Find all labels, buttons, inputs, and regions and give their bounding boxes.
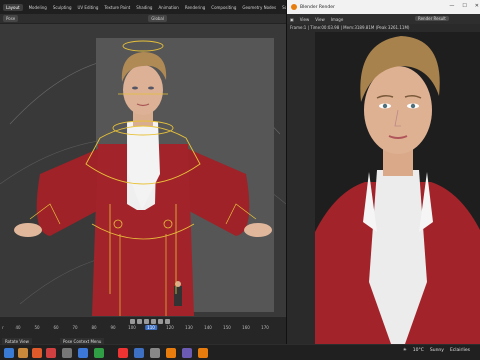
viewport-header: Pose Global <box>0 14 286 24</box>
menu-view-2[interactable]: View <box>315 17 325 22</box>
tick-label: 130 <box>185 325 193 330</box>
pinned-app-icon[interactable] <box>182 348 192 358</box>
timeline[interactable]: r 40 50 60 70 80 90 100 110 120 130 140 … <box>0 316 286 344</box>
3d-viewport[interactable] <box>0 24 286 316</box>
tab-texture-paint[interactable]: Texture Paint <box>104 5 130 10</box>
close-icon[interactable]: ✕ <box>475 3 479 9</box>
tab-geometry-nodes[interactable]: Geometry Nodes <box>242 5 276 10</box>
menu-image[interactable]: Image <box>331 17 344 22</box>
tick-label: 140 <box>204 325 212 330</box>
tab-compositing[interactable]: Compositing <box>211 5 236 10</box>
tick-label: 80 <box>91 325 97 330</box>
tick-label: 100 <box>128 325 136 330</box>
tab-sculpting[interactable]: Sculpting <box>53 5 72 10</box>
editor-type-icon[interactable]: ▣ <box>290 17 294 22</box>
taskbar: ☀ 10°C Sunny Eclairlies <box>0 344 480 360</box>
render-result-select[interactable]: Render Result <box>415 16 449 21</box>
tick-label: 160 <box>242 325 250 330</box>
render-result-image <box>315 32 480 344</box>
weather-icon[interactable]: ☀ <box>403 348 407 353</box>
pinned-app-icon[interactable] <box>18 348 28 358</box>
weather-desc[interactable]: Sunny <box>430 348 444 353</box>
clock[interactable]: Eclairlies <box>450 348 470 353</box>
tick-label: 170 <box>261 325 269 330</box>
weather-temp[interactable]: 10°C <box>413 348 424 353</box>
tick-label: 90 <box>110 325 116 330</box>
render-info: Frame:1 | Time:00:03.98 | Mem:3189.81M (… <box>290 25 410 30</box>
playback-controls <box>130 319 170 324</box>
render-titlebar: Blender Render — ☐ ✕ <box>287 0 480 14</box>
render-window-title: Blender Render <box>300 4 335 10</box>
tick-label: 120 <box>166 325 174 330</box>
play-icon[interactable] <box>151 319 156 324</box>
blender-taskbar-icon[interactable] <box>166 348 176 358</box>
orientation-select[interactable]: Global <box>148 15 167 22</box>
tab-uv-editing[interactable]: UV Editing <box>78 5 99 10</box>
pinned-app-icon[interactable] <box>78 348 88 358</box>
maximize-icon[interactable]: ☐ <box>462 3 466 9</box>
tick-label: 50 <box>34 325 40 330</box>
status-pose-context-menu: Pose Context Menu <box>60 338 105 345</box>
status-rotate-view: Rotate View <box>2 338 32 345</box>
blender-main-window: Layout Modeling Sculpting UV Editing Tex… <box>0 0 300 344</box>
render-window: Blender Render — ☐ ✕ ▣ View View Image R… <box>286 0 480 344</box>
mode-select[interactable]: Pose <box>3 15 19 22</box>
tick-label: 40 <box>15 325 21 330</box>
jump-start-icon[interactable] <box>130 319 135 324</box>
current-frame[interactable]: 110 <box>145 325 157 330</box>
menu-view[interactable]: View <box>300 17 310 22</box>
blender-taskbar-icon[interactable] <box>198 348 208 358</box>
tab-modeling[interactable]: Modeling <box>29 5 47 10</box>
window-controls: — ☐ ✕ <box>449 3 479 9</box>
workspace-tabs: Layout Modeling Sculpting UV Editing Tex… <box>0 0 300 14</box>
frame-ruler[interactable]: r 40 50 60 70 80 90 100 110 120 130 140 … <box>0 325 286 333</box>
tick-label: 60 <box>53 325 59 330</box>
system-tray: ☀ 10°C Sunny Eclairlies <box>403 348 470 353</box>
pinned-app-icon[interactable] <box>32 348 42 358</box>
next-key-icon[interactable] <box>158 319 163 324</box>
rendered-character <box>315 32 480 344</box>
tab-layout[interactable]: Layout <box>3 3 23 11</box>
edge-icon[interactable] <box>134 348 144 358</box>
ruler-start: r <box>2 325 4 330</box>
tab-rendering[interactable]: Rendering <box>185 5 205 10</box>
tab-shading[interactable]: Shading <box>136 5 152 10</box>
pinned-app-icon[interactable] <box>94 348 104 358</box>
prev-key-icon[interactable] <box>137 319 142 324</box>
pinned-app-icon[interactable] <box>46 348 56 358</box>
desktop: Layout Modeling Sculpting UV Editing Tex… <box>0 0 480 360</box>
start-icon[interactable] <box>4 348 14 358</box>
tick-label: 150 <box>223 325 231 330</box>
play-reverse-icon[interactable] <box>144 319 149 324</box>
blender-logo-icon <box>291 4 297 10</box>
jump-end-icon[interactable] <box>165 319 170 324</box>
character-figure[interactable] <box>0 24 286 316</box>
chrome-icon[interactable] <box>118 348 128 358</box>
tick-label: 70 <box>72 325 78 330</box>
pinned-app-icon[interactable] <box>150 348 160 358</box>
minimize-icon[interactable]: — <box>449 3 454 9</box>
pinned-app-icon[interactable] <box>62 348 72 358</box>
image-editor-header: ▣ View View Image Render Result <box>287 14 480 24</box>
tab-animation[interactable]: Animation <box>158 5 178 10</box>
